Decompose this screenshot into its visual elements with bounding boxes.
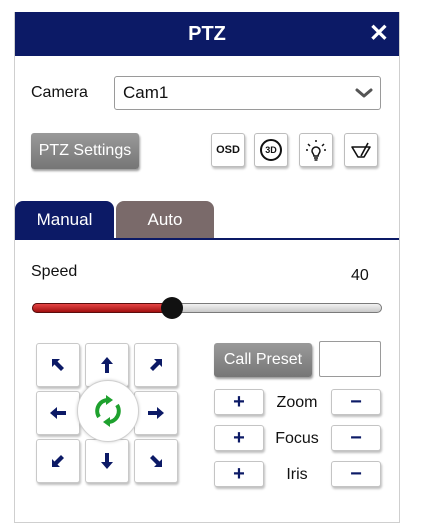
- 3d-label: 3D: [265, 145, 277, 155]
- iris-label: Iris: [286, 466, 308, 483]
- focus-label: Focus: [275, 430, 319, 447]
- 3d-icon: 3D: [260, 139, 282, 161]
- arrow-down-right-icon: [150, 455, 162, 467]
- chevron-down-icon: [355, 88, 373, 98]
- pan-up-left-button[interactable]: [36, 343, 80, 387]
- wiper-icon: [351, 142, 371, 158]
- minus-icon: −: [350, 462, 362, 485]
- focus-near-button[interactable]: +: [214, 425, 264, 451]
- arrow-up-icon: [101, 357, 113, 373]
- pan-right-button[interactable]: [134, 391, 178, 435]
- zoom-label: Zoom: [276, 394, 318, 411]
- speed-label: Speed: [31, 263, 78, 280]
- iris-close-button[interactable]: −: [331, 461, 381, 487]
- iris-open-button[interactable]: +: [214, 461, 264, 487]
- pan-left-button[interactable]: [36, 391, 80, 435]
- tab-underline: [15, 238, 399, 240]
- camera-label: Camera: [31, 84, 88, 101]
- arrow-left-icon: [50, 407, 66, 419]
- minus-icon: −: [350, 426, 362, 449]
- title-bar: PTZ ✕: [15, 12, 399, 56]
- light-button[interactable]: [299, 133, 333, 167]
- speed-value: 40: [351, 267, 369, 284]
- speed-slider-fill: [32, 303, 172, 313]
- mode-tabs: Manual Auto: [15, 199, 399, 239]
- preset-number-input[interactable]: [319, 341, 381, 377]
- tab-auto[interactable]: Auto: [116, 201, 214, 239]
- lightbulb-icon: [306, 140, 326, 161]
- minus-icon: −: [350, 390, 362, 413]
- zoom-in-button[interactable]: +: [214, 389, 264, 415]
- arrow-down-icon: [101, 453, 113, 469]
- close-icon[interactable]: ✕: [369, 12, 389, 56]
- arrow-right-icon: [148, 407, 164, 419]
- speed-slider-thumb[interactable]: [161, 297, 183, 319]
- arrow-up-left-icon: [52, 359, 64, 371]
- pan-up-right-button[interactable]: [134, 343, 178, 387]
- 3d-button[interactable]: 3D: [254, 133, 288, 167]
- pan-down-left-button[interactable]: [36, 439, 80, 483]
- tilt-down-button[interactable]: [85, 439, 129, 483]
- camera-select[interactable]: Cam1: [114, 76, 381, 110]
- plus-icon: +: [233, 390, 245, 413]
- wiper-button[interactable]: [344, 133, 378, 167]
- plus-icon: +: [233, 462, 245, 485]
- arrow-down-left-icon: [52, 455, 64, 467]
- refresh-icon: [95, 395, 121, 427]
- tab-manual[interactable]: Manual: [15, 201, 114, 239]
- arrow-up-right-icon: [150, 359, 162, 371]
- osd-button[interactable]: OSD: [211, 133, 245, 167]
- ptz-panel: PTZ ✕ Camera Cam1 PTZ Settings OSD 3D Ma…: [14, 12, 400, 523]
- osd-label: OSD: [216, 144, 240, 156]
- panel-title: PTZ: [188, 23, 226, 45]
- call-preset-button[interactable]: Call Preset: [214, 343, 312, 377]
- camera-select-value: Cam1: [123, 83, 169, 102]
- focus-far-button[interactable]: −: [331, 425, 381, 451]
- plus-icon: +: [233, 426, 245, 449]
- ptz-settings-button[interactable]: PTZ Settings: [31, 133, 139, 169]
- zoom-out-button[interactable]: −: [331, 389, 381, 415]
- auto-pan-button[interactable]: [77, 380, 139, 442]
- pan-down-right-button[interactable]: [134, 439, 178, 483]
